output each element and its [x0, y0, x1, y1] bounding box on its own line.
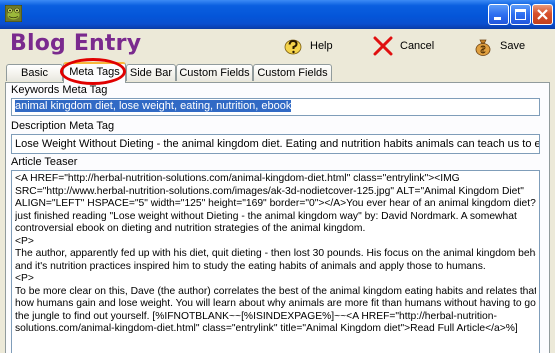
- description-label: Description Meta Tag: [11, 120, 115, 132]
- description-input[interactable]: Lose Weight Without Dieting - the animal…: [11, 134, 540, 154]
- teaser-line: <P>: [15, 235, 34, 247]
- close-icon: [537, 9, 548, 20]
- teaser-line: SRC="http://www.herbal-nutrition-solutio…: [15, 185, 524, 197]
- tab-side-bar[interactable]: Side Bar: [126, 64, 176, 81]
- teaser-line: controversial ebook on dieting and nutri…: [15, 223, 366, 234]
- teaser-label: Article Teaser: [11, 156, 78, 168]
- teaser-line: solutions.com/animal-kingdom-diet.html" …: [15, 323, 518, 334]
- cancel-button[interactable]: Cancel: [372, 33, 434, 59]
- keywords-value: animal kingdom diet, lose weight, eating…: [15, 100, 292, 112]
- keywords-label: Keywords Meta Tag: [11, 84, 108, 96]
- save-label: Save: [500, 40, 526, 52]
- page-title: Blog Entry: [10, 31, 142, 56]
- save-button[interactable]: Save: [472, 33, 525, 59]
- tab-custom-fields-1[interactable]: Custom Fields 1: [176, 64, 253, 96]
- maximize-button[interactable]: [510, 4, 531, 25]
- teaser-line: the jungle to find out yourself. [%IFNOT…: [15, 310, 497, 322]
- help-label: Help: [310, 40, 333, 52]
- cancel-x-icon: [373, 36, 393, 56]
- teaser-line: ALIGN="LEFT" HSPACE="5" width="125" heig…: [15, 198, 536, 209]
- teaser-line: <A HREF="http://herbal-nutrition-solutio…: [15, 173, 460, 184]
- tab-custom-fields-2[interactable]: Custom Fields 2: [253, 64, 332, 96]
- teaser-line: To be more clear on this, Dave (the auth…: [15, 285, 536, 297]
- cancel-label: Cancel: [400, 40, 435, 52]
- minimize-button[interactable]: [488, 4, 509, 25]
- teaser-line: just finished reading "Lose weight witho…: [15, 210, 517, 222]
- close-window-button[interactable]: [532, 4, 553, 25]
- teaser-line: how humans gain and lose weight. You wil…: [15, 298, 536, 309]
- title-bar[interactable]: [0, 0, 555, 29]
- help-icon: [284, 39, 302, 55]
- help-button[interactable]: Help: [282, 33, 333, 59]
- teaser-line: and it's nutrition practices inspired hi…: [15, 260, 486, 272]
- minimize-icon: [494, 17, 501, 20]
- tab-meta-tags[interactable]: Meta Tags: [63, 62, 126, 83]
- description-value: Lose Weight Without Dieting - the animal…: [15, 138, 540, 150]
- frog-app-icon: [5, 5, 22, 22]
- teaser-line: <P>: [15, 273, 34, 284]
- article-teaser-textarea[interactable]: <A HREF="http://herbal-nutrition-solutio…: [11, 170, 540, 353]
- money-bag-icon: [475, 39, 491, 56]
- header-toolbar: Blog Entry Help Cancel Save: [0, 29, 555, 63]
- maximize-icon: [515, 9, 526, 20]
- keywords-input[interactable]: animal kingdom diet, lose weight, eating…: [11, 98, 540, 116]
- teaser-line: The author, apparently fed up with his d…: [15, 248, 536, 259]
- app-window: Blog Entry Help Cancel Save Basic Meta T…: [0, 0, 555, 353]
- tab-basic-entry[interactable]: Basic Entry: [6, 64, 63, 96]
